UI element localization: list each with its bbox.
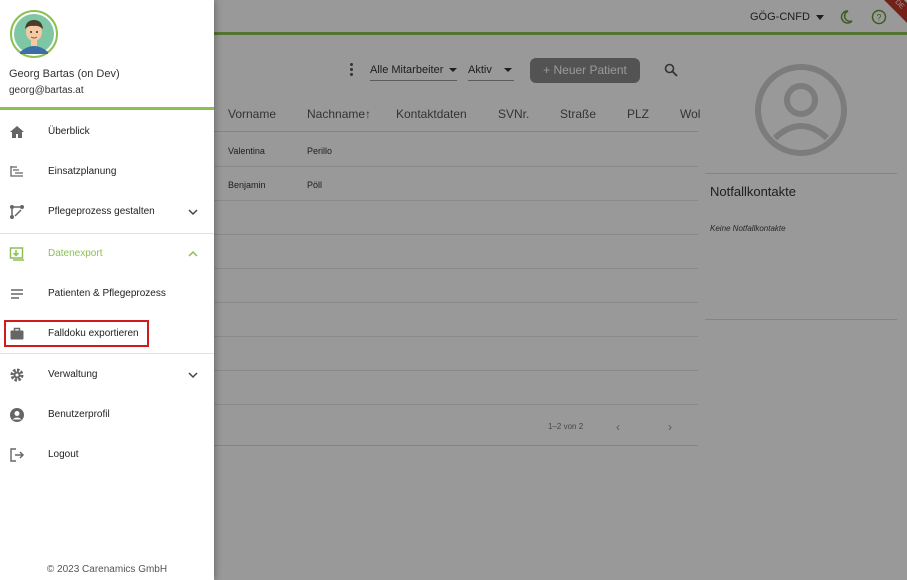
chevron-down-icon bbox=[188, 209, 198, 216]
schedule-icon bbox=[10, 166, 23, 177]
account-icon bbox=[10, 408, 24, 422]
export-icon bbox=[9, 247, 24, 261]
nav-item-data-export[interactable]: Datenexport bbox=[0, 234, 214, 274]
nav-item-care-process[interactable]: Pflegeprozess gestalten bbox=[0, 192, 214, 232]
nav-item-overview[interactable]: Überblick bbox=[0, 112, 214, 152]
logout-icon bbox=[10, 448, 24, 462]
nav-item-label: Pflegeprozess gestalten bbox=[48, 206, 155, 217]
nav-item-label: Benutzerprofil bbox=[48, 409, 110, 420]
nav-item-administration[interactable]: Verwaltung bbox=[0, 355, 214, 395]
nav-item-patients-export[interactable]: Patienten & Pflegeprozess bbox=[0, 274, 214, 314]
nav-item-scheduling[interactable]: Einsatzplanung bbox=[0, 152, 214, 192]
list-icon bbox=[11, 289, 23, 299]
navigation-drawer: Georg Bartas (on Dev) georg@bartas.at Üb… bbox=[0, 0, 214, 580]
nav-item-label: Verwaltung bbox=[48, 369, 98, 380]
nav-item-user-profile[interactable]: Benutzerprofil bbox=[0, 395, 214, 435]
copyright-footer: © 2023 Carenamics GmbH bbox=[46, 564, 168, 575]
nav-item-label: Patienten & Pflegeprozess bbox=[48, 288, 166, 299]
nav-item-label: Überblick bbox=[48, 126, 90, 137]
nav-item-logout[interactable]: Logout bbox=[0, 435, 214, 475]
nav-item-label: Logout bbox=[48, 449, 79, 460]
chevron-down-icon bbox=[188, 372, 198, 379]
process-icon bbox=[10, 205, 24, 219]
home-icon bbox=[10, 126, 24, 138]
divider bbox=[0, 353, 214, 354]
user-name: Georg Bartas (on Dev) bbox=[9, 68, 120, 80]
nav-item-label: Einsatzplanung bbox=[48, 166, 117, 177]
drawer-header: Georg Bartas (on Dev) georg@bartas.at bbox=[0, 0, 214, 110]
gear-icon bbox=[10, 368, 24, 382]
nav-item-label: Datenexport bbox=[48, 248, 103, 259]
user-avatar[interactable] bbox=[10, 10, 58, 58]
highlight-box bbox=[4, 320, 149, 347]
user-email: georg@bartas.at bbox=[9, 85, 84, 96]
chevron-up-icon bbox=[188, 250, 198, 257]
